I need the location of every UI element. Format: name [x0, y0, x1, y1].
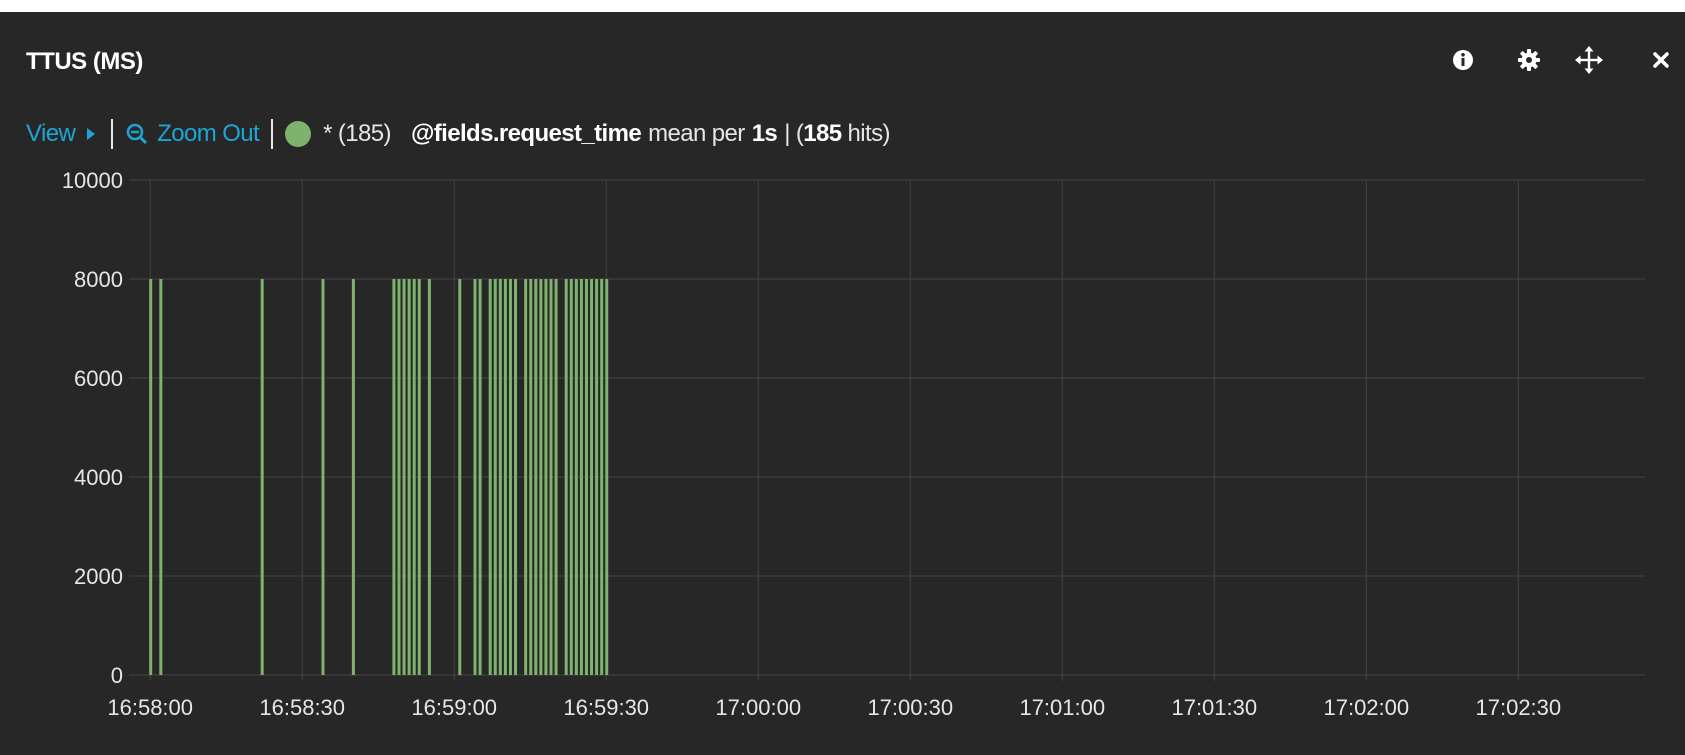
- histogram-bar: [149, 279, 153, 675]
- histogram-bar: [427, 279, 431, 675]
- y-tick-label: 4000: [74, 465, 123, 490]
- y-tick-label: 0: [111, 663, 123, 688]
- x-tick-label: 16:59:00: [411, 695, 497, 720]
- histogram-bar: [554, 279, 558, 675]
- histogram-bar: [534, 279, 538, 675]
- histogram-bar: [564, 279, 568, 675]
- histogram-bar: [397, 279, 401, 675]
- x-tick-label: 16:58:30: [259, 695, 345, 720]
- histogram-bar: [514, 279, 518, 675]
- x-tick-label: 17:02:00: [1323, 695, 1409, 720]
- histogram-bar: [595, 279, 599, 675]
- histogram-bar: [473, 279, 477, 675]
- histogram-bar: [402, 279, 406, 675]
- histogram-chart[interactable]: 0 2000 4000 6000 8000 10000 16:58:00 16:58:30 16…: [0, 12, 1685, 755]
- x-tick-label: 17:02:30: [1476, 695, 1562, 720]
- histogram-bar: [260, 279, 264, 675]
- histogram-bar: [579, 279, 583, 675]
- histogram-bar: [584, 279, 588, 675]
- histogram-bar: [412, 279, 416, 675]
- x-tick-label: 17:01:30: [1171, 695, 1257, 720]
- histogram-bar: [539, 279, 543, 675]
- histogram-bar: [605, 279, 609, 675]
- y-tick-label: 8000: [74, 267, 123, 292]
- x-tick-label: 17:00:30: [867, 695, 953, 720]
- histogram-bar: [529, 279, 533, 675]
- y-tick-label: 10000: [62, 168, 123, 193]
- histogram-bar: [574, 279, 578, 675]
- histogram-bar: [508, 279, 512, 675]
- histogram-panel: TTUS (MS) View Zoom Out * (185) @fields.…: [0, 12, 1685, 755]
- histogram-bar: [478, 279, 482, 675]
- histogram-bar: [351, 279, 355, 675]
- x-tick-label: 16:58:00: [107, 695, 193, 720]
- y-tick-label: 2000: [74, 564, 123, 589]
- histogram-bar: [498, 279, 502, 675]
- y-tick-label: 6000: [74, 366, 123, 391]
- x-tick-label: 16:59:30: [563, 695, 649, 720]
- histogram-bar: [321, 279, 325, 675]
- histogram-bar: [493, 279, 497, 675]
- histogram-bar: [524, 279, 528, 675]
- histogram-bar: [569, 279, 573, 675]
- histogram-bar: [549, 279, 553, 675]
- histogram-bar: [544, 279, 548, 675]
- x-tick-label: 17:00:00: [715, 695, 801, 720]
- histogram-bar: [600, 279, 604, 675]
- x-tick-label: 17:01:00: [1019, 695, 1105, 720]
- histogram-bar: [407, 279, 411, 675]
- histogram-bar: [488, 279, 492, 675]
- histogram-bar: [458, 279, 462, 675]
- histogram-bar: [159, 279, 163, 675]
- histogram-bar: [392, 279, 396, 675]
- histogram-bar: [590, 279, 594, 675]
- histogram-bar: [503, 279, 507, 675]
- histogram-bar: [417, 279, 421, 675]
